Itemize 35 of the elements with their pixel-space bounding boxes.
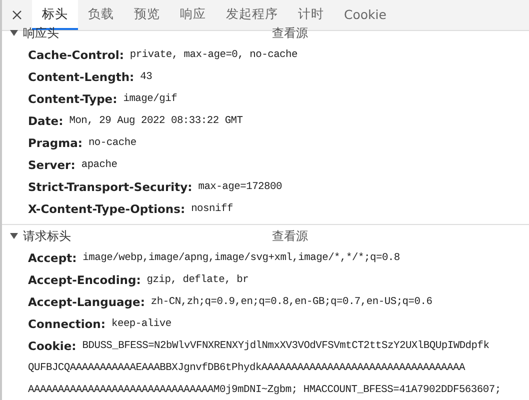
triangle-icon: [10, 232, 18, 240]
header-name: Strict-Transport-Security:: [28, 180, 192, 194]
header-name: Cookie:: [28, 339, 76, 353]
header-value: private, max-age=0, no-cache: [130, 49, 298, 61]
header-value: apache: [81, 159, 118, 171]
header-value: no-cache: [88, 137, 136, 149]
header-value: image/webp,image/apng,image/svg+xml,image/*,*/*;q=0.8: [82, 252, 400, 264]
header-name: Accept-Encoding:: [28, 273, 141, 287]
header-value: keep-alive: [111, 318, 172, 330]
header-name: Date:: [28, 114, 64, 128]
header-name: Content-Length:: [28, 70, 134, 84]
header-name: Accept:: [28, 251, 77, 265]
header-value: QUFBJCQAAAAAAAAAAAEAAABBXJgnvfDB6tPhydkAAAAAAAAAAAAAAAAAAAAAAAAAAAAAAAAAA: [28, 362, 465, 374]
header-name: Cache-Control:: [28, 48, 124, 62]
header-value: 43: [140, 71, 152, 83]
header-value: BDUSS_BFESS=N2bWlvVFNXRENXYjdlNmxXV3VOdVFSVmtCT2ttSzY2UXlBQUpIWDdpfk: [82, 340, 490, 352]
triangle-icon: [10, 29, 18, 37]
view-source-link[interactable]: 查看源: [272, 24, 308, 42]
header-name: Connection:: [28, 317, 106, 331]
tab[interactable]: Cookie: [334, 0, 396, 30]
close-icon: [12, 10, 22, 20]
section-toggle[interactable]: 请求标头: [10, 228, 272, 244]
view-source-link[interactable]: 查看源: [272, 228, 308, 244]
header-name: X-Content-Type-Options:: [28, 202, 186, 216]
header-value: gzip, deflate, br: [146, 274, 249, 286]
header-value: nosniff: [191, 203, 233, 215]
header-value: max-age=172800: [198, 181, 282, 193]
header-value: image/gif: [123, 93, 178, 105]
header-name: Server:: [28, 158, 76, 172]
header-value: AAAAAAAAAAAAAAAAAAAAAAAAAAAAAAAM0j9mDNI~Zgbm; HMACCOUNT_BFESS=41A7902DDF563607;: [28, 384, 501, 396]
header-name: Pragma:: [28, 136, 82, 150]
header-name: Content-Type:: [28, 92, 118, 106]
header-name: Accept-Language:: [28, 295, 145, 309]
header-value: Mon, 29 Aug 2022 08:33:22 GMT: [69, 115, 243, 127]
header-value: zh-CN,zh;q=0.9,en;q=0.8,en-GB;q=0.7,en-US;q=0.6: [150, 296, 432, 308]
